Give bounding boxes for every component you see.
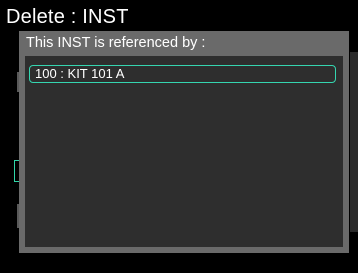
- reference-list: 100 : KIT 101 A: [29, 65, 336, 83]
- page-title: Delete : INST: [6, 6, 129, 28]
- screen: Delete : INST This INST is referenced by…: [0, 0, 358, 273]
- background-panel-edge: [350, 52, 358, 232]
- reference-list-item[interactable]: 100 : KIT 101 A: [29, 65, 336, 83]
- dialog-header: This INST is referenced by :: [19, 31, 349, 55]
- dialog-title: This INST is referenced by :: [26, 35, 206, 51]
- dialog-body: 100 : KIT 101 A: [25, 56, 343, 247]
- reference-dialog: This INST is referenced by : 100 : KIT 1…: [19, 31, 349, 253]
